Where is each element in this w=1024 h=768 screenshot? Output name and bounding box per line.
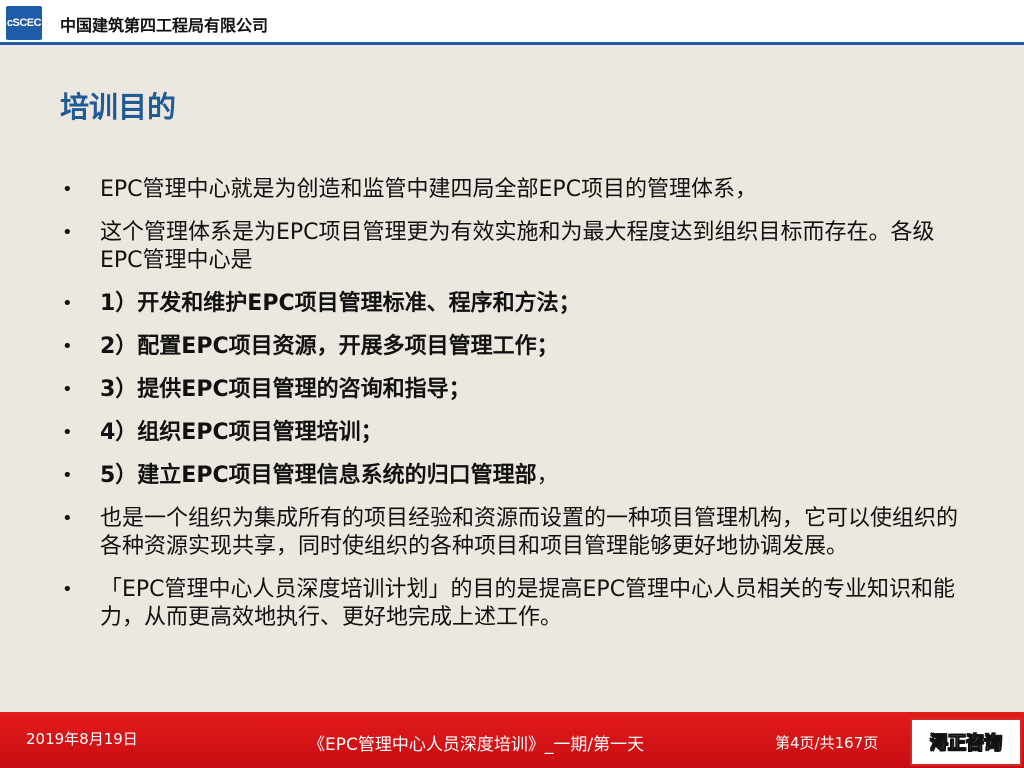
bullet-text: 1）开发和维护EPC项目管理标准、程序和方法； [100, 291, 581, 316]
bullet-dot-icon: • [62, 179, 73, 200]
footer-bar: 2019年8月19日 《EPC管理中心人员深度培训》_一期/第一天 第4页/共1… [0, 712, 1024, 768]
bullet-text: EPC管理中心就是为创造和监管中建四局全部EPC项目的管理体系， [100, 177, 758, 202]
header-bar: cSCEC 中国建筑第四工程局有限公司 [0, 0, 1024, 44]
bullet-item: • 2）配置EPC项目资源，开展多项目管理工作； [62, 333, 972, 361]
footer-course-title: 《EPC管理中心人员深度培训》_一期/第一天 [308, 735, 645, 755]
bullet-trailing-punctuation: ， [536, 463, 559, 488]
slide-title: 培训目的 [60, 90, 177, 124]
bullet-text: 这个管理体系是为EPC项目管理更为有效实施和为最大程度达到组织目标而存在。各级E… [100, 220, 935, 273]
bullet-text: 也是一个组织为集成所有的项目经验和资源而设置的一种项目管理机构，它可以使组织的各… [100, 506, 959, 559]
bullet-dot-icon: • [62, 508, 73, 529]
footer-brand-badge: 浔正咨询 [910, 718, 1022, 766]
bullet-dot-icon: • [62, 465, 73, 486]
bullet-text: 「EPC管理中心人员深度培训计划」的目的是提高EPC管理中心人员相关的专业知识和… [100, 577, 956, 630]
bullet-item: • 5）建立EPC项目管理信息系统的归口管理部， [62, 462, 972, 490]
footer-date: 2019年8月19日 [26, 730, 138, 748]
company-logo: cSCEC [6, 6, 42, 40]
bullet-text: 2）配置EPC项目资源，开展多项目管理工作； [100, 334, 559, 359]
bullet-dot-icon: • [62, 379, 73, 400]
bullet-item: • 「EPC管理中心人员深度培训计划」的目的是提高EPC管理中心人员相关的专业知… [62, 576, 972, 632]
bullet-dot-icon: • [62, 422, 73, 443]
bullet-item: • 这个管理体系是为EPC项目管理更为有效实施和为最大程度达到组织目标而存在。各… [62, 219, 972, 275]
company-name: 中国建筑第四工程局有限公司 [60, 16, 269, 35]
bullet-list: • EPC管理中心就是为创造和监管中建四局全部EPC项目的管理体系， • 这个管… [62, 176, 972, 647]
bullet-item: • 1）开发和维护EPC项目管理标准、程序和方法； [62, 290, 972, 318]
bullet-dot-icon: • [62, 222, 73, 243]
bullet-text: 4）组织EPC项目管理培训； [100, 420, 383, 445]
bullet-text: 5）建立EPC项目管理信息系统的归口管理部 [100, 463, 537, 488]
bullet-item: • EPC管理中心就是为创造和监管中建四局全部EPC项目的管理体系， [62, 176, 972, 204]
bullet-text: 3）提供EPC项目管理的咨询和指导； [100, 377, 471, 402]
bullet-dot-icon: • [62, 579, 73, 600]
bullet-item: • 也是一个组织为集成所有的项目经验和资源而设置的一种项目管理机构，它可以使组织… [62, 505, 972, 561]
header-divider [0, 42, 1024, 45]
footer-brand-text: 浔正咨询 [930, 733, 1003, 755]
footer-page-number: 第4页/共167页 [775, 734, 879, 752]
bullet-item: • 4）组织EPC项目管理培训； [62, 419, 972, 447]
bullet-dot-icon: • [62, 293, 73, 314]
bullet-item: • 3）提供EPC项目管理的咨询和指导； [62, 376, 972, 404]
bullet-dot-icon: • [62, 336, 73, 357]
